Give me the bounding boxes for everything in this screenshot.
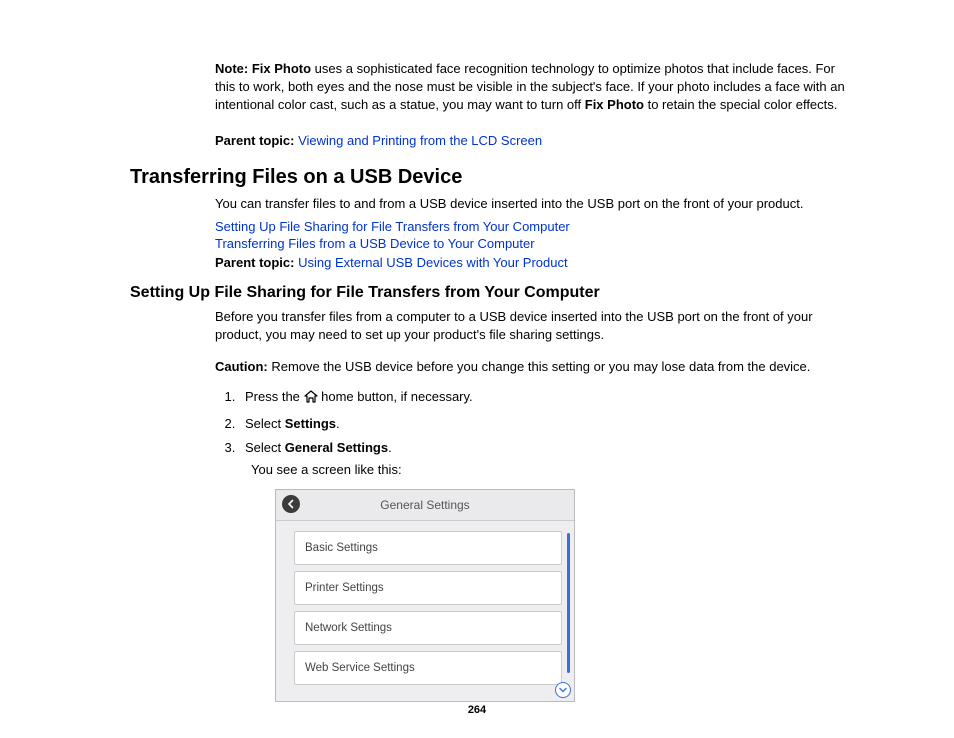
caution-block: Caution: Remove the USB device before yo… (215, 358, 854, 376)
lcd-item-network[interactable]: Network Settings (294, 611, 562, 645)
parent-topic-1: Parent topic: Viewing and Printing from … (215, 133, 854, 148)
parent-link-1[interactable]: Viewing and Printing from the LCD Screen (298, 133, 542, 148)
note-label: Note: (215, 61, 248, 76)
back-icon[interactable] (282, 495, 300, 513)
note-feature-2: Fix Photo (585, 97, 644, 112)
step-3: Select General Settings. You see a scree… (239, 439, 854, 703)
home-icon (304, 390, 318, 408)
sub-links: Setting Up File Sharing for File Transfe… (215, 219, 854, 251)
scrollbar[interactable] (567, 533, 570, 673)
note-block: Note: Fix Photo uses a sophisticated fac… (215, 60, 854, 115)
parent-label-1: Parent topic: (215, 133, 294, 148)
caution-text: Remove the USB device before you change … (268, 359, 811, 374)
step-2: Select Settings. (239, 415, 854, 433)
note-text-post: to retain the special color effects. (644, 97, 837, 112)
steps-list: Press the home button, if necessary. Sel… (215, 388, 854, 702)
caution-label: Caution: (215, 359, 268, 374)
lcd-item-printer[interactable]: Printer Settings (294, 571, 562, 605)
parent-label-2: Parent topic: (215, 255, 294, 270)
lcd-screenshot: General Settings Basic Settings Printer … (275, 489, 575, 702)
heading-transferring: Transferring Files on a USB Device (130, 166, 854, 189)
page-number: 264 (0, 704, 954, 716)
parent-topic-2: Parent topic: Using External USB Devices… (215, 255, 854, 270)
scroll-down-icon[interactable] (555, 682, 571, 698)
heading-setting-up: Setting Up File Sharing for File Transfe… (130, 284, 854, 302)
note-feature-1: Fix Photo (252, 61, 311, 76)
lcd-title: General Settings (380, 498, 469, 512)
lcd-item-basic[interactable]: Basic Settings (294, 531, 562, 565)
intro-1: You can transfer files to and from a USB… (215, 195, 854, 213)
link-file-sharing[interactable]: Setting Up File Sharing for File Transfe… (215, 219, 854, 234)
link-transferring-files[interactable]: Transferring Files from a USB Device to … (215, 236, 854, 251)
lcd-item-web-service[interactable]: Web Service Settings (294, 651, 562, 685)
step-1: Press the home button, if necessary. (239, 388, 854, 408)
parent-link-2[interactable]: Using External USB Devices with Your Pro… (298, 255, 568, 270)
intro-2: Before you transfer files from a compute… (215, 308, 854, 344)
step-3-subtext: You see a screen like this: (251, 461, 854, 479)
